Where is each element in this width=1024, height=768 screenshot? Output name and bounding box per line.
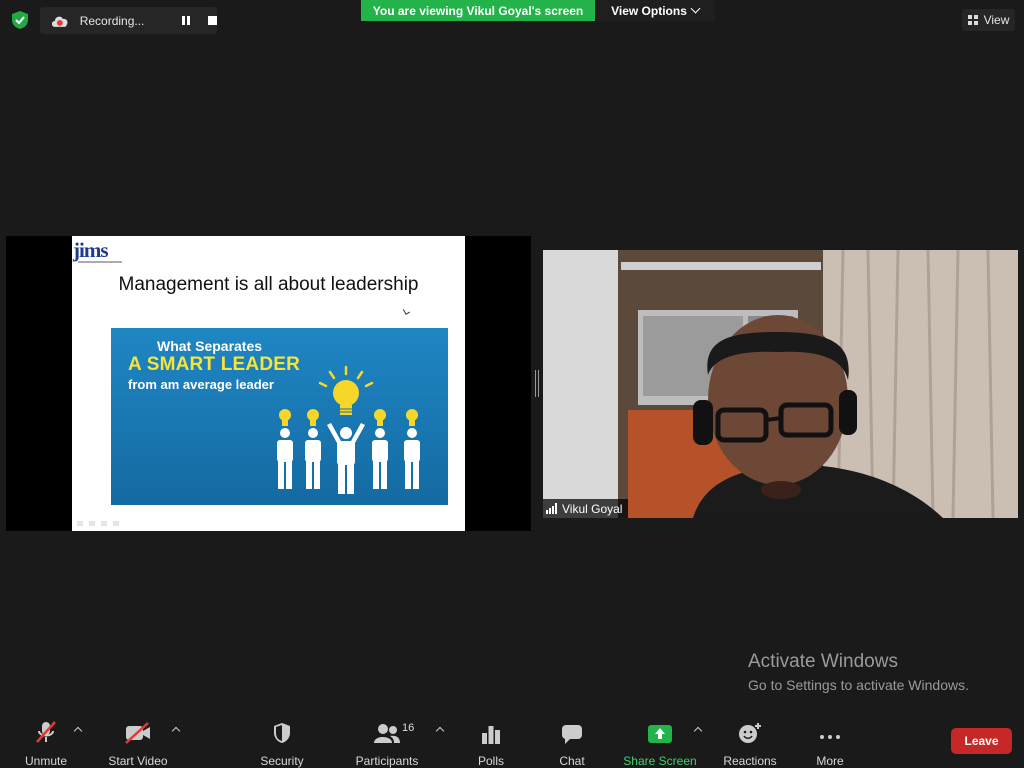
leaders-lightbulb-illustration xyxy=(277,365,420,494)
slide-image-line1: What Separates xyxy=(157,338,263,354)
polls-icon xyxy=(482,726,500,744)
participants-count: 16 xyxy=(402,722,415,734)
audio-options-caret-icon[interactable] xyxy=(73,726,83,736)
reactions-button[interactable]: Reactions xyxy=(720,720,780,768)
view-options-button[interactable]: View Options xyxy=(595,0,715,21)
polls-label: Polls xyxy=(477,754,504,768)
reactions-label: Reactions xyxy=(723,754,777,768)
split-view-divider[interactable] xyxy=(535,370,539,397)
polls-button[interactable]: Polls xyxy=(471,720,511,768)
video-off-icon xyxy=(125,722,150,744)
grid-view-icon xyxy=(967,15,978,25)
participant-video-tile[interactable]: Vikul Goyal xyxy=(543,250,1018,518)
slide-toolbar xyxy=(77,521,122,527)
slide-title: Management is all about leadership xyxy=(118,274,419,295)
participant-name-tag: Vikul Goyal xyxy=(543,499,629,518)
pause-icon[interactable] xyxy=(182,15,192,26)
view-button[interactable]: View xyxy=(962,9,1015,31)
viewing-screen-banner: You are viewing Vikul Goyal's screen xyxy=(361,0,595,21)
video-options-caret-icon[interactable] xyxy=(171,726,181,736)
slide-image-line3: from am average leader xyxy=(128,377,274,392)
participants-label: Participants xyxy=(355,754,419,768)
shared-screen[interactable]: jims Management is all about leadership … xyxy=(6,236,531,531)
share-screen-icon xyxy=(648,725,672,743)
unmute-button[interactable]: Unmute xyxy=(20,720,72,768)
participants-icon xyxy=(374,724,400,743)
shield-check-icon[interactable] xyxy=(10,10,30,30)
more-button[interactable]: More xyxy=(810,720,850,768)
view-options-label: View Options xyxy=(611,3,687,18)
reactions-icon xyxy=(739,723,761,743)
activate-windows-watermark: Activate Windows Go to Settings to activ… xyxy=(748,651,969,693)
signal-icon xyxy=(546,503,557,514)
participants-options-caret-icon[interactable] xyxy=(435,726,445,736)
cloud-recording-icon xyxy=(51,16,68,27)
participant-name: Vikul Goyal xyxy=(562,501,623,516)
share-screen-label: Share Screen xyxy=(623,754,697,768)
leave-button[interactable]: Leave xyxy=(951,728,1012,754)
unmute-label: Unmute xyxy=(24,754,68,768)
slide-image: What Separates A SMART LEADER from am av… xyxy=(111,328,448,505)
more-label: More xyxy=(816,754,844,768)
mouse-cursor-icon xyxy=(402,307,411,315)
participant-video-feed xyxy=(543,250,1018,518)
chat-icon xyxy=(562,725,582,744)
view-button-label: View xyxy=(983,13,1010,27)
stop-icon[interactable] xyxy=(208,16,217,25)
chevron-down-icon xyxy=(690,3,701,14)
activate-windows-title: Activate Windows xyxy=(748,651,898,672)
logo-tagline xyxy=(78,261,122,263)
security-label: Security xyxy=(260,754,304,768)
participants-button[interactable]: 16 Participants xyxy=(354,720,420,768)
recording-label: Recording... xyxy=(79,13,145,28)
recording-indicator: Recording... xyxy=(40,7,217,34)
start-video-label: Start Video xyxy=(108,754,168,768)
share-screen-button[interactable]: Share Screen xyxy=(622,720,698,768)
start-video-button[interactable]: Start Video xyxy=(104,720,172,768)
more-icon xyxy=(820,735,840,739)
security-button[interactable]: Security xyxy=(256,720,308,768)
presentation-slide: jims Management is all about leadership … xyxy=(72,236,465,531)
mic-muted-icon xyxy=(36,721,56,743)
meeting-toolbar: Unmute Start Video Security 16 Participa… xyxy=(0,712,1024,768)
chat-label: Chat xyxy=(559,754,585,768)
jims-logo: jims xyxy=(73,238,108,262)
activate-windows-subtitle: Go to Settings to activate Windows. xyxy=(748,677,969,693)
chat-button[interactable]: Chat xyxy=(552,720,592,768)
security-shield-icon xyxy=(274,723,290,743)
